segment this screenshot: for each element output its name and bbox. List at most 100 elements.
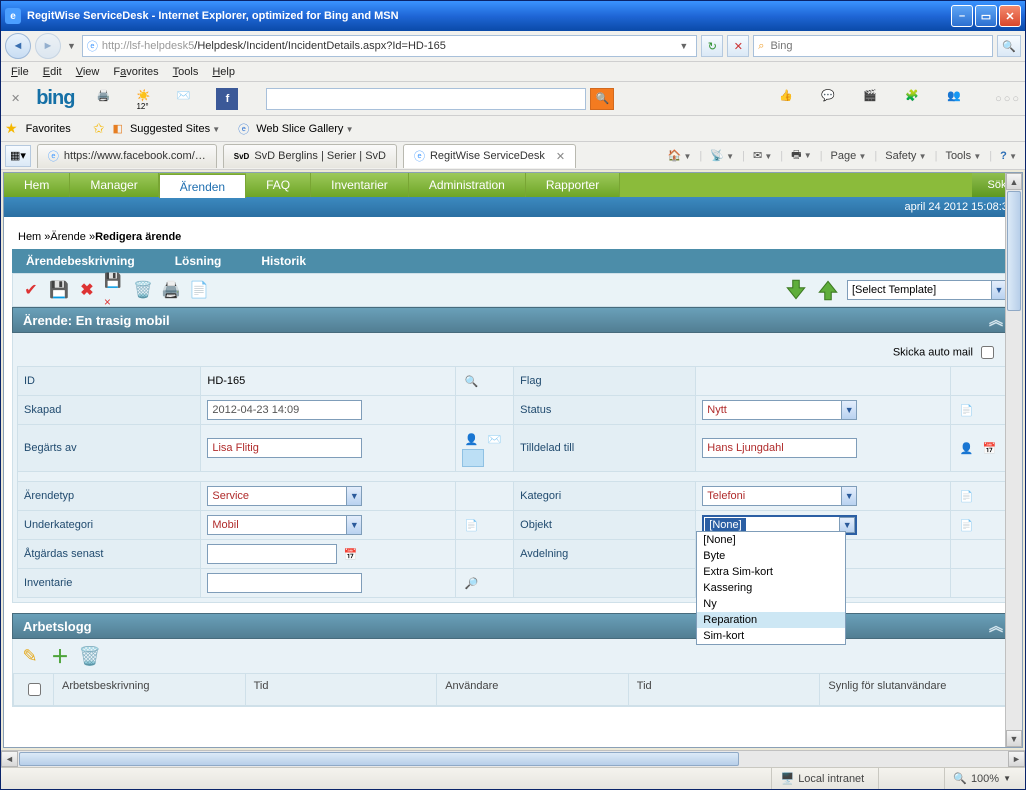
mail-action-icon[interactable]: ✉️ — [485, 429, 505, 449]
inventory-input[interactable] — [207, 573, 362, 593]
collapse-icon[interactable]: ︽ — [989, 616, 1003, 636]
scroll-thumb[interactable] — [1007, 191, 1021, 311]
like-icon[interactable]: 👍 — [779, 89, 799, 109]
savecopy-button[interactable]: 💾× — [103, 278, 127, 302]
apptab-hem[interactable]: Hem — [4, 173, 70, 197]
apptab-rapporter[interactable]: Rapporter — [526, 173, 620, 197]
menu-tools[interactable]: Tools — [173, 66, 199, 78]
col-time[interactable]: Tid — [246, 674, 438, 705]
search-bar[interactable]: ⌕ — [753, 35, 993, 57]
feeds-button[interactable]: 📡 — [710, 149, 734, 162]
video-icon[interactable]: 🎬 — [863, 89, 883, 109]
add-icon[interactable]: ＋ — [49, 645, 71, 667]
chat-icon[interactable]: 💬 — [821, 89, 841, 109]
tools-menu[interactable]: Tools — [945, 150, 981, 162]
apptab-inventarier[interactable]: Inventarier — [311, 173, 409, 197]
refresh-button[interactable]: ↻ — [701, 35, 723, 57]
help-button[interactable]: ? — [1000, 150, 1017, 162]
menu-edit[interactable]: Edit — [43, 66, 62, 78]
scroll-right-button[interactable]: ► — [1008, 751, 1025, 767]
subtab-beskriv[interactable]: Ärendebeskrivning — [26, 254, 135, 268]
selectall-checkbox[interactable] — [28, 683, 41, 696]
suggested-sites[interactable]: Suggested Sites — [130, 123, 220, 135]
protected-mode-segment[interactable] — [878, 768, 938, 789]
subcategory-apply-icon[interactable]: 📄 — [462, 515, 482, 535]
print-button[interactable]: 🖶 — [791, 146, 812, 165]
address-drop[interactable]: ▼ — [675, 41, 692, 51]
menu-file[interactable]: File — [11, 66, 29, 78]
scroll-left-button[interactable]: ◄ — [1, 751, 18, 767]
ietab-regitwise[interactable]: ⓔRegitWise ServiceDesk✕ — [403, 144, 576, 168]
search-icon[interactable]: 🔍 — [462, 371, 482, 391]
object-apply-icon[interactable]: 📄 — [957, 515, 977, 535]
minimize-button[interactable]: – — [951, 5, 973, 27]
status-apply-icon[interactable]: 📄 — [957, 400, 977, 420]
bing-search-input[interactable] — [271, 92, 581, 106]
favorites-label[interactable]: Favorites — [26, 123, 71, 135]
col-time2[interactable]: Tid — [629, 674, 821, 705]
delete-button[interactable]: ✖ — [75, 278, 99, 302]
page-menu[interactable]: Page — [831, 150, 867, 162]
subcategory-select[interactable]: Mobil▼ — [207, 515, 362, 535]
home-button[interactable]: 🏠 — [668, 149, 692, 162]
facebook-icon[interactable]: f — [216, 88, 238, 110]
weather-icon[interactable]: ☀️12° — [136, 89, 156, 109]
tab-close-icon[interactable]: ✕ — [556, 150, 565, 163]
menu-favorites[interactable]: Favorites — [113, 66, 158, 78]
nav-history-drop[interactable]: ▼ — [65, 41, 78, 51]
calendar-icon[interactable]: 📅 — [980, 438, 1000, 458]
scroll-up-button[interactable]: ▲ — [1006, 173, 1022, 190]
col-visible[interactable]: Synlig för slutanvändare — [820, 674, 1012, 705]
object-option[interactable]: Ny — [697, 596, 845, 612]
stop-button[interactable]: ✕ — [727, 35, 749, 57]
menu-help[interactable]: Help — [212, 66, 235, 78]
object-option[interactable]: Extra Sim-kort — [697, 564, 845, 580]
quicktabs-button[interactable]: ▦▾ — [5, 145, 31, 167]
category-select[interactable]: Telefoni▼ — [702, 486, 857, 506]
bingbar-close[interactable]: ✕ — [11, 92, 20, 105]
apptab-manager[interactable]: Manager — [70, 173, 158, 197]
user-icon[interactable]: 👤 — [462, 429, 482, 449]
user2-icon[interactable]: 👤 — [957, 438, 977, 458]
bingbar-more[interactable]: ○○○ — [995, 93, 1021, 105]
search-input[interactable] — [768, 39, 988, 53]
col-desc[interactable]: Arbetsbeskrivning — [54, 674, 246, 705]
save-button[interactable]: 💾 — [47, 278, 71, 302]
object-option[interactable]: Sim-kort — [697, 628, 845, 644]
subtab-losning[interactable]: Lösning — [175, 254, 222, 268]
new-doc-button[interactable]: 📄 — [187, 278, 211, 302]
automail-checkbox[interactable] — [981, 346, 994, 359]
object-option[interactable]: [None] — [697, 532, 845, 548]
apptab-administration[interactable]: Administration — [409, 173, 526, 197]
save-close-button[interactable]: ✔ — [19, 278, 43, 302]
bing-search-button[interactable]: 🔍 — [590, 88, 614, 110]
print-action-button[interactable]: 🖨️ — [159, 278, 183, 302]
inventory-lookup-icon[interactable]: 🔎 — [462, 573, 482, 593]
category-apply-icon[interactable]: 📄 — [957, 486, 977, 506]
apptab-arenden[interactable]: Ärenden — [159, 174, 246, 198]
print-icon[interactable]: 🖨️ — [96, 89, 116, 109]
close-button[interactable]: ✕ — [999, 5, 1021, 27]
ietab-svd[interactable]: SvDSvD Berglins | Serier | SvD — [223, 144, 397, 168]
assignedto-input[interactable] — [702, 438, 857, 458]
crumb-hem[interactable]: Hem — [18, 231, 41, 243]
crumb-arende[interactable]: Ärende — [50, 231, 85, 243]
bing-search-box[interactable] — [266, 88, 586, 110]
object-option[interactable]: Kassering — [697, 580, 845, 596]
trash-button[interactable]: 🗑️ — [131, 278, 155, 302]
mail-icon[interactable]: ✉️ — [176, 89, 196, 109]
search-go-button[interactable]: 🔍 — [997, 35, 1021, 57]
people-icon[interactable]: 👥 — [947, 89, 967, 109]
app1-icon[interactable]: 🧩 — [905, 89, 925, 109]
folder-icon[interactable] — [462, 449, 484, 467]
forward-button[interactable]: ► — [35, 33, 61, 59]
collapse-icon[interactable]: ︽ — [989, 310, 1003, 330]
vertical-scrollbar[interactable]: ▲ ▼ — [1005, 173, 1022, 747]
arrow-up-icon[interactable] — [815, 277, 841, 303]
edit-icon[interactable]: ✎ — [19, 645, 41, 667]
web-slice-gallery[interactable]: Web Slice Gallery — [256, 123, 353, 135]
delete-log-icon[interactable]: 🗑️ — [79, 645, 101, 667]
object-option[interactable]: Byte — [697, 548, 845, 564]
safety-menu[interactable]: Safety — [885, 150, 926, 162]
horizontal-scrollbar[interactable]: ◄ ► — [1, 750, 1025, 767]
